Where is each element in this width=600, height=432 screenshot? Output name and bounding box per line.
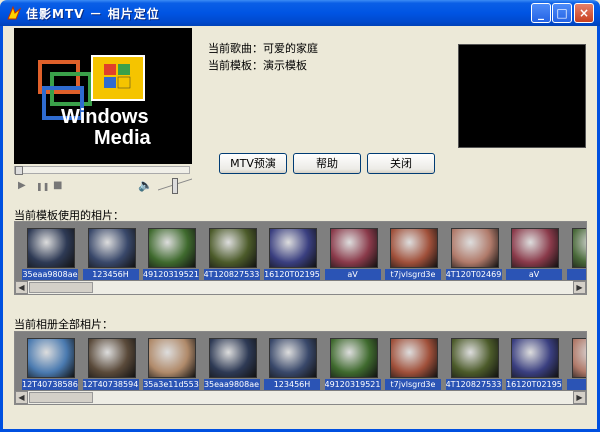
photo-image xyxy=(329,338,378,378)
photo-image xyxy=(87,338,136,378)
photo-thumbnail[interactable]: aV xyxy=(324,224,382,280)
template-value: 演示模板 xyxy=(263,59,307,72)
scroll-thumb[interactable] xyxy=(29,392,93,403)
scroll-right-button[interactable]: ▶ xyxy=(573,391,586,404)
photo-thumbnail[interactable]: 16120T02195 xyxy=(263,224,321,280)
photo-caption: t7jvlsgrd3e xyxy=(385,269,441,280)
scroll-thumb[interactable] xyxy=(29,282,93,293)
photo-image xyxy=(269,228,317,268)
volume-icon[interactable]: 🔈 xyxy=(138,178,153,192)
scroll-right-button[interactable]: ▶ xyxy=(573,281,586,294)
photo-image xyxy=(329,228,378,268)
seek-slider[interactable] xyxy=(14,166,190,175)
photo-caption: 12T407385941 xyxy=(82,379,139,390)
svg-text:Media: Media xyxy=(94,127,152,149)
photo-image xyxy=(208,228,257,268)
template-photos-scrollbar[interactable]: ◀ ▶ xyxy=(15,281,586,294)
photo-caption: 35eaa9808ae xyxy=(203,379,260,390)
window-frame-left xyxy=(0,26,3,432)
photo-caption: 16120T02195 xyxy=(506,379,562,390)
album-photos-scrollbar[interactable]: ◀ ▶ xyxy=(15,391,586,404)
photo-thumbnail[interactable]: 16120T02195 xyxy=(505,334,563,390)
photo-thumbnail[interactable]: 49120319521 xyxy=(324,334,382,390)
volume-slider[interactable] xyxy=(172,178,178,194)
photo-caption: 4 xyxy=(566,379,586,390)
photo-caption: 16120T02195 xyxy=(264,269,320,280)
photo-image xyxy=(148,338,196,378)
photo-preview xyxy=(458,44,586,148)
window-title: 佳影MTV － 相片定位 xyxy=(26,7,160,21)
photo-image xyxy=(511,338,559,378)
app-icon xyxy=(7,5,22,20)
album-photos-list[interactable]: 12T407385862 12T407385941 35a3e11d553 35eaa… xyxy=(14,331,587,405)
current-template: 当前模板：演示模板 xyxy=(208,57,307,73)
photo-image xyxy=(390,338,438,378)
photo-caption: 123456H xyxy=(264,379,320,390)
photo-caption: 49120319521 xyxy=(143,269,199,280)
photo-thumbnail[interactable]: 35eaa9808ae xyxy=(21,224,79,280)
scroll-left-button[interactable]: ◀ xyxy=(15,391,28,404)
photo-caption: 35a3e11d553 xyxy=(143,379,199,390)
current-song: 当前歌曲：可爱的家庭 xyxy=(208,40,318,56)
photo-image xyxy=(390,228,438,268)
photo-thumbnail[interactable]: 123456H xyxy=(263,334,321,390)
photo-image xyxy=(511,228,559,268)
photo-caption: aV xyxy=(324,269,381,280)
song-label: 当前歌曲： xyxy=(208,42,263,55)
photo-thumbnail[interactable]: 16 xyxy=(566,224,586,280)
photo-caption: 35eaa9808ae xyxy=(22,269,78,280)
windows-media-logo: Windows Media xyxy=(38,55,152,149)
photo-thumbnail[interactable]: 123456H xyxy=(82,224,140,280)
photo-image xyxy=(27,338,75,378)
photo-caption: 4T120827533 xyxy=(445,379,502,390)
template-label: 当前模板： xyxy=(208,59,263,72)
photo-caption: 16 xyxy=(566,269,586,280)
title-bar: 佳影MTV － 相片定位 _ □ × xyxy=(0,0,600,26)
photo-thumbnail[interactable]: 4T120827533 xyxy=(445,334,503,390)
photo-image xyxy=(27,228,75,268)
photo-image xyxy=(571,228,586,268)
photo-caption: 12T407385862 xyxy=(22,379,78,390)
photo-caption: 123456H xyxy=(82,269,139,280)
photo-thumbnail[interactable]: t7jvlsgrd3e xyxy=(384,334,442,390)
photo-thumbnail[interactable]: aV xyxy=(505,224,563,280)
photo-caption: 4T120T02469 xyxy=(445,269,502,280)
song-value: 可爱的家庭 xyxy=(263,42,318,55)
photo-thumbnail[interactable]: 49120319521 xyxy=(142,224,200,280)
template-photos-list[interactable]: 35eaa9808ae 123456H 49120319521 4T120827533… xyxy=(14,221,587,295)
close-button[interactable]: 关闭 xyxy=(367,153,435,174)
mtv-preview-button[interactable]: MTV预演 xyxy=(219,153,287,174)
svg-text:Windows: Windows xyxy=(61,106,149,128)
photo-image xyxy=(208,338,257,378)
photo-image xyxy=(87,228,136,268)
photo-image xyxy=(269,338,317,378)
stop-button[interactable]: ■ xyxy=(53,180,62,191)
minimize-button[interactable]: _ xyxy=(531,3,551,23)
photo-image xyxy=(450,338,499,378)
photo-thumbnail[interactable]: 35a3e11d553 xyxy=(142,334,200,390)
scroll-left-button[interactable]: ◀ xyxy=(15,281,28,294)
photo-thumbnail[interactable]: t7jvlsgrd3e xyxy=(384,224,442,280)
photo-thumbnail[interactable]: 12T407385941 xyxy=(82,334,140,390)
photo-caption: t7jvlsgrd3e xyxy=(385,379,441,390)
photo-thumbnail[interactable]: 4T120T02469 xyxy=(445,224,503,280)
play-button[interactable]: ▶ xyxy=(18,180,26,191)
close-window-button[interactable]: × xyxy=(574,3,594,23)
video-preview: Windows Media xyxy=(14,28,192,164)
seek-thumb[interactable] xyxy=(15,166,23,175)
help-button[interactable]: 帮助 xyxy=(293,153,361,174)
photo-thumbnail[interactable]: 4 xyxy=(566,334,586,390)
photo-thumbnail[interactable]: 4T120827533 xyxy=(203,224,261,280)
photo-caption: aV xyxy=(506,269,562,280)
photo-image xyxy=(571,338,586,378)
album-photos-label: 当前相册全部相片： xyxy=(14,318,113,331)
pause-button[interactable]: ❚❚ xyxy=(36,182,49,191)
photo-caption: 49120319521 xyxy=(324,379,381,390)
photo-thumbnail[interactable]: 12T407385862 xyxy=(21,334,79,390)
photo-caption: 4T120827533 xyxy=(203,269,260,280)
photo-image xyxy=(148,228,196,268)
photo-image xyxy=(450,228,499,268)
photo-thumbnail[interactable]: 35eaa9808ae xyxy=(203,334,261,390)
maximize-button[interactable]: □ xyxy=(552,3,572,23)
